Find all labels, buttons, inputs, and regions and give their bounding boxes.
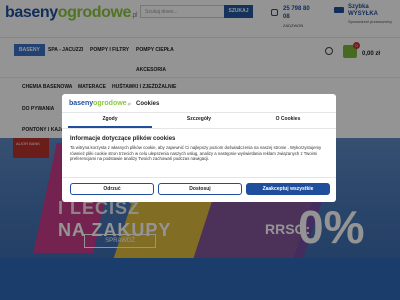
modal-title: Cookies [136, 101, 160, 107]
modal-logo-part-ogrodowe: ogrodowe [93, 100, 127, 107]
customize-button[interactable]: Dostosuj [158, 183, 242, 195]
reject-button[interactable]: Odrzuć [70, 183, 154, 195]
accept-all-button[interactable]: Zaakceptuj wszystkie [246, 183, 330, 195]
modal-logo-part-baseny: baseny [69, 100, 94, 107]
tab-szczegoly[interactable]: Szczegóły [154, 116, 244, 122]
cookie-heading: Informacje dotyczące plików cookies [70, 136, 176, 142]
tab-zgody[interactable]: Zgody [65, 116, 155, 122]
cookie-description: Ta witryna korzysta z własnych plików co… [70, 145, 322, 162]
cookie-modal: basenyogrodowe.pl Cookies Zgody Szczegół… [62, 94, 336, 202]
modal-divider-bottom [62, 177, 336, 178]
modal-divider-top [62, 112, 336, 113]
modal-logo: basenyogrodowe.pl [69, 100, 131, 107]
modal-logo-part-domain: .pl [126, 101, 131, 106]
tab-o-cookies[interactable]: O Cookies [243, 116, 333, 122]
modal-divider-tabs [62, 128, 336, 129]
